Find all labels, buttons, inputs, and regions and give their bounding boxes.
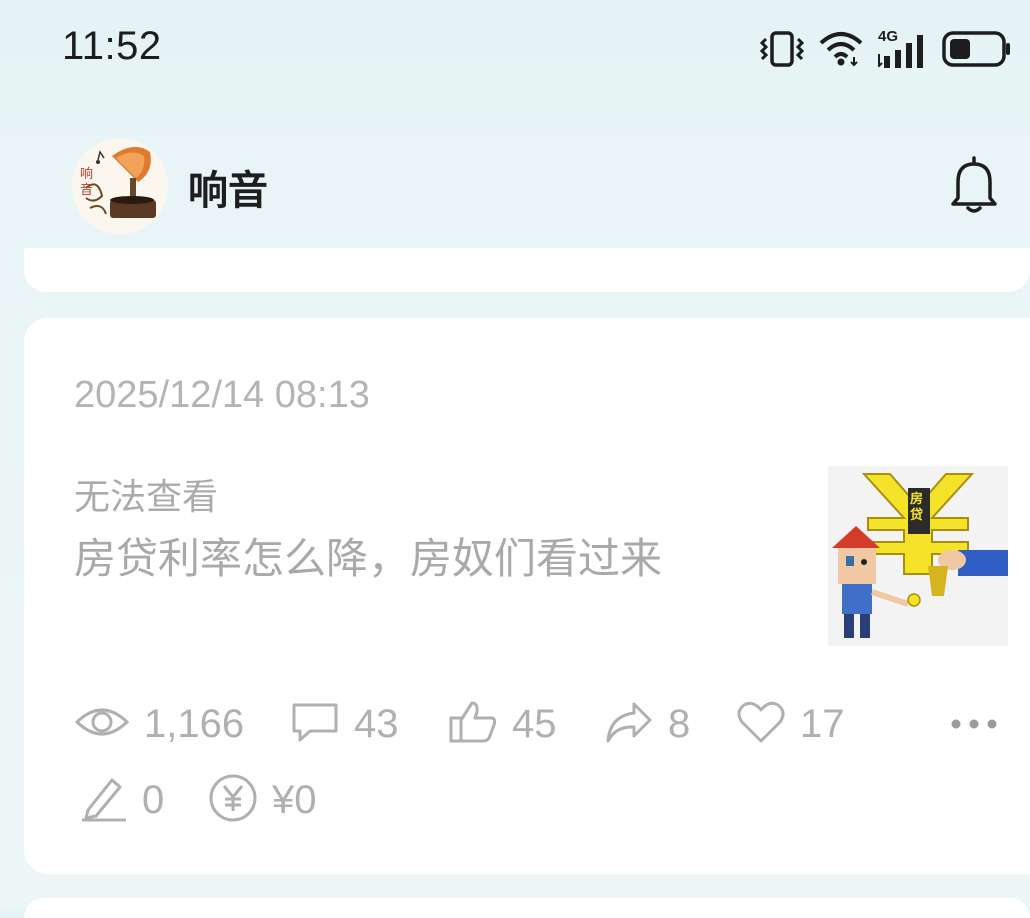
- wifi-icon: [818, 31, 864, 71]
- heart-icon: [736, 700, 786, 748]
- edits-count: 0: [142, 777, 165, 822]
- earnings-amount: ¥0: [272, 777, 317, 822]
- channel-header: 响 音 响音: [0, 130, 1030, 240]
- comments-stat[interactable]: 43: [290, 694, 399, 754]
- status-bar: 11:52 4G: [0, 0, 1030, 100]
- cellular-4g-icon: 4G: [878, 28, 928, 70]
- views-count: 1,166: [144, 701, 245, 746]
- post-stats-secondary: 0 ¥0: [74, 770, 474, 830]
- earnings-stat[interactable]: ¥0: [208, 770, 317, 830]
- post-stats: 1,166 43 45 8 17: [74, 694, 1014, 754]
- battery-icon: [942, 30, 1012, 72]
- comment-icon: [290, 701, 340, 747]
- post-timestamp: 2025/12/14 08:13: [74, 374, 370, 416]
- post-title[interactable]: 房贷利率怎么降，房奴们看过来: [74, 532, 774, 586]
- next-post-card: [24, 898, 1030, 918]
- more-icon[interactable]: [950, 694, 998, 754]
- shares-stat[interactable]: 8: [604, 694, 690, 754]
- vibrate-icon: [759, 31, 805, 71]
- edits-stat[interactable]: 0: [78, 770, 164, 830]
- favorites-count: 17: [800, 701, 845, 746]
- svg-text:音: 音: [80, 182, 93, 198]
- favorites-stat[interactable]: 17: [736, 694, 845, 754]
- thumbs-up-icon: [448, 700, 498, 748]
- eye-icon: [74, 702, 130, 746]
- views-stat: 1,166: [74, 694, 244, 754]
- share-icon: [604, 700, 654, 748]
- bell-icon[interactable]: [948, 154, 1000, 218]
- channel-name[interactable]: 响音: [188, 158, 268, 216]
- status-icons: 4G: [759, 28, 1012, 72]
- svg-text:响: 响: [80, 166, 93, 182]
- status-time: 11:52: [62, 24, 162, 68]
- gramophone-avatar: 响 音: [72, 138, 168, 234]
- likes-stat[interactable]: 45: [448, 694, 557, 754]
- comments-count: 43: [354, 701, 399, 746]
- shares-count: 8: [668, 701, 691, 746]
- post-status: 无法查看: [74, 477, 219, 518]
- yuan-icon: [208, 773, 258, 827]
- thumbnail-text: 房贷: [910, 492, 924, 523]
- post-card[interactable]: 2025/12/14 08:13 无法查看 房贷利率怎么降，房奴们看过来 房贷: [24, 318, 1030, 874]
- likes-count: 45: [512, 701, 557, 746]
- post-thumbnail[interactable]: 房贷: [828, 466, 1008, 646]
- avatar[interactable]: 响 音: [72, 138, 168, 234]
- pencil-icon: [78, 774, 128, 826]
- previous-post-card: [24, 248, 1030, 292]
